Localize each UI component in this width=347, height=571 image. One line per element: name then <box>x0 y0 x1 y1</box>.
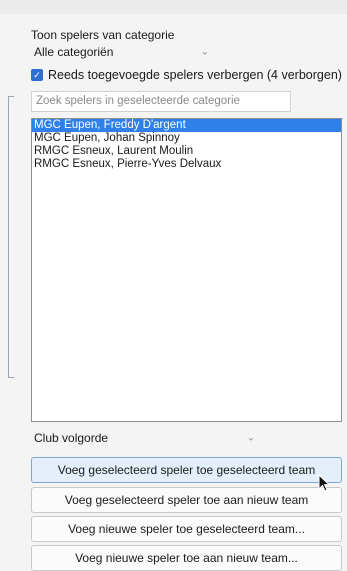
list-item[interactable]: RMGC Esneux, Pierre-Yves Delvaux <box>32 158 341 171</box>
mouse-cursor-icon <box>318 474 330 492</box>
add-selected-player-to-selected-team-button[interactable]: Voeg geselecteerd speler toe geselecteer… <box>31 457 342 483</box>
sort-order-value: Club volgorde <box>34 431 109 445</box>
category-select[interactable]: Alle categoriën ⌄ <box>31 42 215 62</box>
group-bracket-line <box>8 96 14 378</box>
chevron-down-icon: ⌄ <box>246 432 255 444</box>
player-search-input[interactable]: Zoek spelers in geselecteerde categorie <box>31 91 291 112</box>
list-item[interactable]: MGC Eupen, Johan Spinnoy <box>32 132 341 145</box>
list-item[interactable]: MGC Eupen, Freddy D'argent <box>32 119 341 132</box>
player-list[interactable]: MGC Eupen, Freddy D'argent MGC Eupen, Jo… <box>31 118 342 422</box>
add-new-player-to-new-team-button[interactable]: Voeg nieuwe speler toe aan nieuw team... <box>31 545 342 571</box>
category-select-value: Alle categoriën <box>34 45 114 59</box>
list-item[interactable]: RMGC Esneux, Laurent Moulin <box>32 145 341 158</box>
hide-added-checkbox-row[interactable]: ✓ Reeds toegevoegde spelers verbergen (4… <box>31 68 342 82</box>
add-selected-player-to-new-team-button[interactable]: Voeg geselecteerd speler toe aan nieuw t… <box>31 487 342 513</box>
chevron-down-icon: ⌄ <box>200 46 209 58</box>
add-new-player-to-selected-team-button[interactable]: Voeg nieuwe speler toe geselecteerd team… <box>31 516 342 542</box>
checkbox-checked-icon[interactable]: ✓ <box>31 69 43 81</box>
top-strip <box>0 0 347 14</box>
sort-order-select[interactable]: Club volgorde ⌄ <box>31 428 261 448</box>
search-placeholder: Zoek spelers in geselecteerde categorie <box>36 95 240 107</box>
hide-added-label: Reeds toegevoegde spelers verbergen (4 v… <box>48 68 342 82</box>
category-label: Toon spelers van categorie <box>31 28 175 42</box>
